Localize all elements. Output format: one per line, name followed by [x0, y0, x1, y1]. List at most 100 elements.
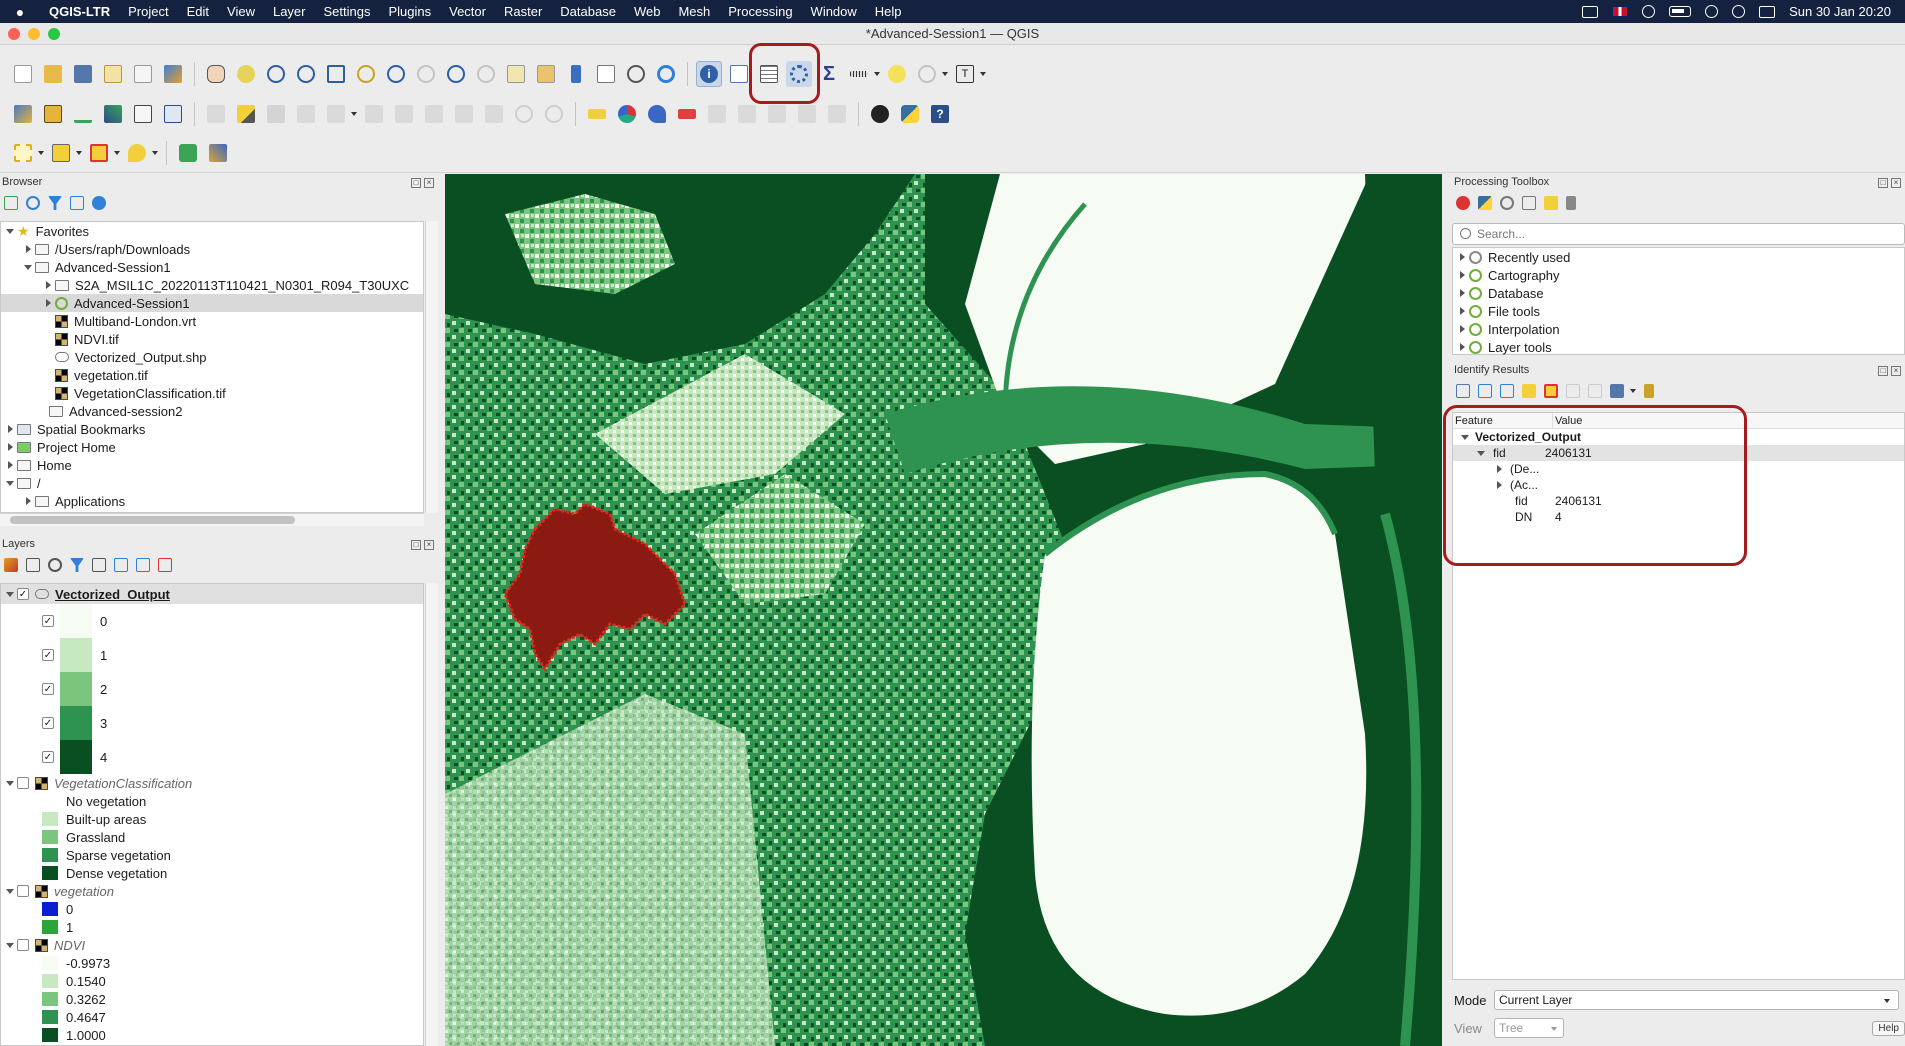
toggle-editing-button[interactable] — [233, 101, 259, 127]
new-geopackage-layer-button[interactable] — [40, 101, 66, 127]
show-bookmarks-button[interactable] — [593, 61, 619, 87]
expand-arrow-icon[interactable] — [1459, 271, 1465, 279]
class-visibility-checkbox[interactable]: ✓ — [42, 615, 54, 627]
expand-arrow-icon[interactable] — [6, 780, 14, 786]
select-features-button[interactable] — [10, 140, 36, 166]
identify-settings-wrench-icon[interactable] — [1644, 384, 1654, 398]
zoom-next-button[interactable] — [473, 61, 499, 87]
class-visibility-checkbox[interactable]: ✓ — [42, 751, 54, 763]
processing-search-input[interactable]: Search... — [1452, 223, 1905, 245]
clear-results-icon[interactable] — [1544, 384, 1558, 398]
wifi-icon[interactable] — [1705, 5, 1719, 18]
pan-map-button[interactable] — [203, 61, 229, 87]
search-features-button[interactable] — [175, 140, 201, 166]
legend-class-row[interactable]: 0 — [1, 900, 423, 918]
map-canvas[interactable] — [445, 174, 1442, 1046]
expand-arrow-icon[interactable] — [45, 299, 51, 307]
class-visibility-checkbox[interactable]: ✓ — [42, 717, 54, 729]
collapse-tree-icon[interactable] — [1500, 384, 1514, 398]
class-visibility-checkbox[interactable]: ✓ — [42, 649, 54, 661]
add-virtual-layer-button[interactable] — [160, 101, 186, 127]
label-properties-button[interactable] — [824, 101, 850, 127]
layer-labeling-button[interactable] — [584, 101, 610, 127]
spotlight-search-icon[interactable] — [1732, 5, 1746, 18]
legend-class-row[interactable]: ✓ 1 — [1, 638, 423, 672]
delete-selected-button[interactable] — [391, 101, 417, 127]
legend-class-row[interactable]: 1.0000 — [1, 1026, 423, 1044]
browser-item-vegetation-classification[interactable]: VegetationClassification.tif — [1, 384, 423, 402]
expand-arrow-icon[interactable] — [6, 591, 14, 597]
panel-close-icon[interactable]: × — [424, 539, 434, 550]
expand-arrow-icon[interactable] — [6, 228, 14, 234]
expand-arrow-icon[interactable] — [1459, 289, 1465, 297]
legend-class-row[interactable]: 0.3262 — [1, 990, 423, 1008]
expand-arrow-icon[interactable] — [24, 264, 32, 270]
identify-view-select[interactable]: Tree — [1494, 1018, 1564, 1038]
vertex-dropdown-icon[interactable] — [351, 112, 357, 116]
layer-visibility-checkbox[interactable] — [17, 939, 29, 951]
locator-button[interactable] — [914, 61, 940, 87]
locator-dropdown-icon[interactable] — [942, 72, 948, 76]
refresh-button[interactable] — [653, 61, 679, 87]
modify-attributes-button[interactable] — [361, 101, 387, 127]
layout-manager-button[interactable] — [130, 61, 156, 87]
browser-item-s2a-folder[interactable]: S2A_MSIL1C_20220113T110421_N0301_R094_T3… — [1, 276, 423, 294]
help-contents-button[interactable]: ? — [927, 101, 953, 127]
legend-class-row[interactable]: Grassland — [1, 828, 423, 846]
app-menu[interactable]: QGIS-LTR — [40, 4, 119, 19]
properties-info-icon[interactable] — [92, 196, 106, 210]
expand-arrow-icon[interactable] — [7, 425, 13, 433]
deselect-dropdown-icon[interactable] — [114, 151, 120, 155]
map-tips-button[interactable] — [884, 61, 910, 87]
map-render[interactable] — [445, 174, 1442, 1046]
legend-class-row[interactable]: Sparse vegetation — [1, 846, 423, 864]
browser-tree[interactable]: ★ Favorites /Users/raph/Downloads Advance… — [0, 221, 424, 513]
browser-item-project-home[interactable]: Project Home — [1, 438, 423, 456]
browser-item-favorites[interactable]: ★ Favorites — [1, 222, 423, 240]
print-icon[interactable] — [1588, 384, 1602, 398]
add-selected-layers-icon[interactable] — [4, 196, 18, 210]
expand-arrow-icon[interactable] — [45, 281, 51, 289]
menu-project[interactable]: Project — [119, 4, 177, 19]
history-clock-icon[interactable] — [1500, 196, 1514, 210]
browser-item-downloads[interactable]: /Users/raph/Downloads — [1, 240, 423, 258]
annotation-dropdown-icon[interactable] — [980, 72, 986, 76]
scripts-python-icon[interactable] — [1478, 196, 1492, 210]
layer-visibility-checkbox[interactable] — [17, 885, 29, 897]
temporal-controller-button[interactable] — [623, 61, 649, 87]
menu-plugins[interactable]: Plugins — [379, 4, 440, 19]
move-label-button[interactable] — [704, 101, 730, 127]
new-project-button[interactable] — [10, 61, 36, 87]
browser-item-applications[interactable]: Applications — [1, 492, 423, 510]
style-manager-icon[interactable] — [4, 558, 18, 572]
window-zoom-button[interactable] — [48, 28, 60, 40]
expand-new-results-icon[interactable] — [1522, 384, 1536, 398]
location-dropdown-icon[interactable] — [152, 151, 158, 155]
current-edits-button[interactable] — [203, 101, 229, 127]
menu-edit[interactable]: Edit — [178, 4, 218, 19]
text-annotation-button[interactable]: T — [952, 61, 978, 87]
legend-class-row[interactable]: Built-up areas — [1, 810, 423, 828]
select-by-value-button[interactable] — [48, 140, 74, 166]
identify-features-button[interactable]: i — [696, 61, 722, 87]
collapse-all-icon[interactable] — [136, 558, 150, 572]
zoom-out-button[interactable] — [293, 61, 319, 87]
refresh-icon[interactable] — [26, 196, 40, 210]
legend-class-row[interactable]: ✓ 4 — [1, 740, 423, 774]
layer-diagram-button[interactable] — [614, 101, 640, 127]
new-map-view-button[interactable] — [503, 61, 529, 87]
expand-arrow-icon[interactable] — [7, 443, 13, 451]
identify-mode-select[interactable]: Current Layer — [1494, 990, 1899, 1010]
browser-item-advanced-session1-folder[interactable]: Advanced-Session1 — [1, 258, 423, 276]
input-source-flag-icon[interactable] — [1612, 6, 1629, 17]
expand-arrow-icon[interactable] — [25, 245, 31, 253]
browser-item-vegetation[interactable]: vegetation.tif — [1, 366, 423, 384]
identify-mode-dropdown-icon[interactable] — [1630, 389, 1636, 393]
highlight-pinned-labels-button[interactable] — [674, 101, 700, 127]
copy-features-button[interactable] — [451, 101, 477, 127]
legend-class-row[interactable]: 1 — [1, 918, 423, 936]
filter-icon[interactable] — [48, 196, 62, 210]
browser-vertical-scrollbar[interactable] — [425, 221, 438, 513]
menubar-clock[interactable]: Sun 30 Jan 20:20 — [1789, 4, 1891, 19]
cut-features-button[interactable] — [421, 101, 447, 127]
